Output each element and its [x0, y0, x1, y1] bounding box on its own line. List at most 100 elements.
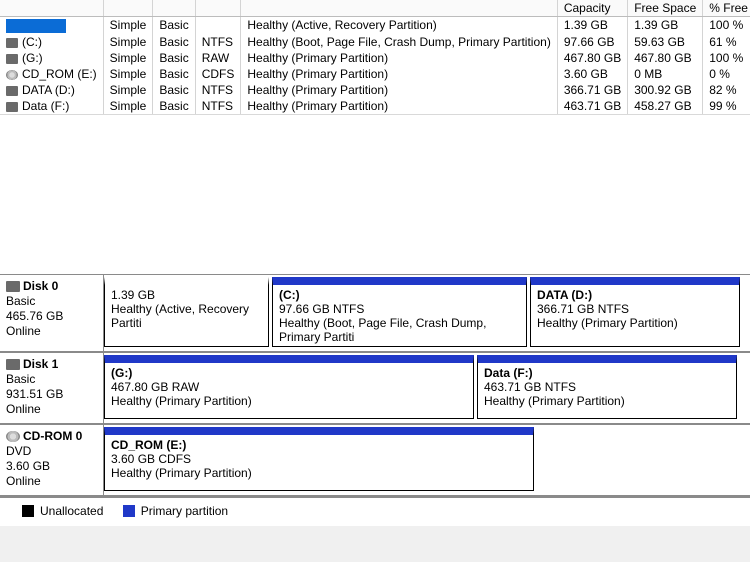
partition-status: Healthy (Boot, Page File, Crash Dump, Pr…	[279, 316, 520, 344]
disk-name: Disk 0	[6, 279, 97, 293]
disk-type: Basic	[6, 372, 97, 386]
volume-row[interactable]: SimpleBasicHealthy (Active, Recovery Par…	[0, 17, 750, 34]
volume-capacity: 97.66 GB	[557, 34, 627, 50]
volume-layout: Simple	[103, 66, 153, 82]
volume-status: Healthy (Active, Recovery Partition)	[241, 17, 557, 34]
disk-size: 465.76 GB	[6, 309, 97, 323]
volume-row[interactable]: (G:)SimpleBasicRAWHealthy (Primary Parti…	[0, 50, 750, 66]
volume-fs: NTFS	[195, 82, 241, 98]
cd-drive-icon	[6, 431, 20, 442]
partition-status: Healthy (Primary Partition)	[111, 466, 527, 480]
volume-status: Healthy (Primary Partition)	[241, 66, 557, 82]
disk-row[interactable]: CD-ROM 0DVD3.60 GBOnlineCD_ROM (E:)3.60 …	[0, 425, 750, 497]
volume-list[interactable]: Capacity Free Space % Free Fault Toleran…	[0, 0, 750, 114]
volume-capacity: 1.39 GB	[557, 17, 627, 34]
partition-size: 463.71 GB NTFS	[484, 380, 730, 394]
volume-free: 1.39 GB	[628, 17, 703, 34]
disk-header[interactable]: Disk 1Basic931.51 GBOnline	[0, 353, 104, 423]
primary-swatch-icon	[123, 505, 135, 517]
legend-primary-label: Primary partition	[141, 504, 228, 518]
volume-pctfree: 61 %	[703, 34, 750, 50]
col-free[interactable]: Free Space	[628, 0, 703, 17]
volume-name: (G:)	[22, 51, 43, 65]
volume-layout: Simple	[103, 34, 153, 50]
volume-fs	[195, 17, 241, 34]
volume-type: Basic	[153, 66, 195, 82]
cd-icon	[6, 70, 18, 80]
partition-status: Healthy (Primary Partition)	[537, 316, 733, 330]
volume-row[interactable]: DATA (D:)SimpleBasicNTFSHealthy (Primary…	[0, 82, 750, 98]
volume-layout: Simple	[103, 82, 153, 98]
disk-row[interactable]: Disk 1Basic931.51 GBOnline(G:)467.80 GB …	[0, 353, 750, 425]
volume-free: 59.63 GB	[628, 34, 703, 50]
unallocated-swatch-icon	[22, 505, 34, 517]
volume-status: Healthy (Primary Partition)	[241, 98, 557, 114]
volume-type: Basic	[153, 34, 195, 50]
disk-partitions: CD_ROM (E:)3.60 GB CDFSHealthy (Primary …	[104, 425, 750, 495]
volume-type: Basic	[153, 50, 195, 66]
volume-free: 300.92 GB	[628, 82, 703, 98]
col-status[interactable]	[241, 0, 557, 17]
volume-type: Basic	[153, 17, 195, 34]
volume-type: Basic	[153, 82, 195, 98]
partition-name: Data (F:)	[484, 366, 730, 380]
disk-partitions: 1.39 GBHealthy (Active, Recovery Partiti…	[104, 275, 750, 351]
partition[interactable]: Data (F:)463.71 GB NTFSHealthy (Primary …	[477, 355, 737, 419]
volume-status: Healthy (Boot, Page File, Crash Dump, Pr…	[241, 34, 557, 50]
legend: Unallocated Primary partition	[0, 497, 750, 526]
col-fs[interactable]	[195, 0, 241, 17]
disk-row[interactable]: Disk 0Basic465.76 GBOnline1.39 GBHealthy…	[0, 275, 750, 353]
volume-list-empty-area[interactable]	[0, 114, 750, 274]
legend-unallocated-label: Unallocated	[40, 504, 103, 518]
partition-name: DATA (D:)	[537, 288, 733, 302]
volume-free: 458.27 GB	[628, 98, 703, 114]
partition-size: 467.80 GB RAW	[111, 380, 467, 394]
volume-fs: NTFS	[195, 98, 241, 114]
volume-pctfree: 99 %	[703, 98, 750, 114]
disk-map[interactable]: Disk 0Basic465.76 GBOnline1.39 GBHealthy…	[0, 274, 750, 497]
col-type[interactable]	[153, 0, 195, 17]
volume-row[interactable]: CD_ROM (E:) SimpleBasicCDFSHealthy (Prima…	[0, 66, 750, 82]
volume-capacity: 366.71 GB	[557, 82, 627, 98]
disk-type: DVD	[6, 444, 97, 458]
disk-header[interactable]: Disk 0Basic465.76 GBOnline	[0, 275, 104, 351]
volume-pctfree: 100 %	[703, 17, 750, 34]
legend-unallocated: Unallocated	[22, 504, 103, 518]
partition[interactable]: 1.39 GBHealthy (Active, Recovery Partiti	[104, 277, 269, 347]
drive-icon	[6, 86, 18, 96]
col-capacity[interactable]: Capacity	[557, 0, 627, 17]
drive-icon	[6, 54, 18, 64]
col-volume[interactable]	[0, 0, 103, 17]
partition[interactable]: DATA (D:)366.71 GB NTFSHealthy (Primary …	[530, 277, 740, 347]
volume-row[interactable]: (C:)SimpleBasicNTFSHealthy (Boot, Page F…	[0, 34, 750, 50]
partition-status: Healthy (Active, Recovery Partiti	[111, 302, 262, 330]
partition[interactable]: (G:)467.80 GB RAWHealthy (Primary Partit…	[104, 355, 474, 419]
volume-name: (C:)	[22, 35, 42, 49]
disk-state: Online	[6, 474, 97, 488]
volume-name-cell: Data (F:)	[0, 98, 103, 114]
partition[interactable]: CD_ROM (E:)3.60 GB CDFSHealthy (Primary …	[104, 427, 534, 491]
col-pctfree[interactable]: % Free	[703, 0, 750, 17]
partition-name: CD_ROM (E:)	[111, 438, 527, 452]
volume-pctfree: 0 %	[703, 66, 750, 82]
volume-layout: Simple	[103, 50, 153, 66]
volume-name: CD_ROM (E:)	[22, 67, 97, 81]
partition-size: 366.71 GB NTFS	[537, 302, 733, 316]
partition[interactable]: (C:)97.66 GB NTFSHealthy (Boot, Page Fil…	[272, 277, 527, 347]
disk-size: 3.60 GB	[6, 459, 97, 473]
volume-fs: RAW	[195, 50, 241, 66]
volume-name-cell: CD_ROM (E:)	[0, 66, 103, 82]
volume-row[interactable]: Data (F:)SimpleBasicNTFSHealthy (Primary…	[0, 98, 750, 114]
volume-name: Data (F:)	[22, 99, 69, 113]
partition-size: 3.60 GB CDFS	[111, 452, 527, 466]
volume-name-cell: (G:)	[0, 50, 103, 66]
hdd-icon	[6, 359, 20, 370]
col-layout[interactable]	[103, 0, 153, 17]
disk-name: CD-ROM 0	[6, 429, 97, 443]
volume-type: Basic	[153, 98, 195, 114]
partition-status: Healthy (Primary Partition)	[484, 394, 730, 408]
disk-header[interactable]: CD-ROM 0DVD3.60 GBOnline	[0, 425, 104, 495]
volume-fs: CDFS	[195, 66, 241, 82]
disk-state: Online	[6, 324, 97, 338]
volume-name: DATA (D:)	[22, 83, 75, 97]
